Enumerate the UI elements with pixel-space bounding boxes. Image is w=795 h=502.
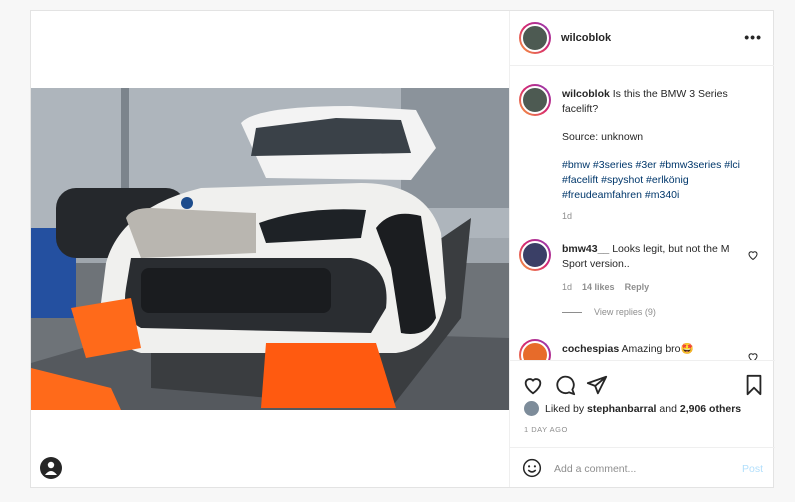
comment-username[interactable]: cochespias (562, 343, 619, 355)
likes-conj: and (659, 402, 677, 415)
comments-section[interactable]: wilcoblok Is this the BMW 3 Series facel… (510, 67, 775, 360)
like-comment-heart-icon[interactable] (747, 351, 759, 360)
likes-prefix: Liked by (545, 402, 585, 415)
header-username[interactable]: wilcoblok (561, 32, 611, 44)
comment-avatar[interactable] (519, 339, 551, 360)
comment-username[interactable]: bmw43__ (562, 243, 609, 255)
like-comment-heart-icon[interactable] (747, 249, 759, 261)
post-media (31, 11, 509, 487)
comment-input[interactable]: Add a comment... (554, 463, 636, 475)
comment-text: Amazing bro🤩 (621, 343, 694, 355)
likes-count[interactable]: 2,906 others (680, 403, 741, 415)
post-header: wilcoblok ••• (510, 11, 774, 66)
instagram-post-card: wilcoblok ••• wilcoblok Is this the BMW … (30, 10, 775, 488)
heart-icon[interactable] (522, 374, 544, 396)
caption: wilcoblok Is this the BMW 3 Series facel… (562, 87, 762, 224)
caption-avatar[interactable] (519, 84, 551, 116)
avatar[interactable] (519, 22, 551, 54)
bookmark-icon[interactable] (744, 374, 764, 396)
more-icon[interactable]: ••• (744, 30, 762, 44)
caption-source: Source: unknown (562, 131, 644, 143)
post-actions: Liked by stephanbarral and 2,906 others … (510, 360, 775, 488)
comment-avatar[interactable] (519, 239, 551, 271)
comment-likes[interactable]: 14 likes (582, 282, 615, 292)
caption-time: 1d (562, 211, 573, 221)
post-button[interactable]: Post (742, 463, 763, 475)
view-replies[interactable]: View replies (9) (562, 305, 737, 320)
tagged-people-icon[interactable] (40, 457, 62, 479)
share-icon[interactable] (586, 374, 608, 396)
reply-button[interactable]: Reply (625, 282, 650, 292)
emoji-icon[interactable] (522, 458, 542, 478)
likes-summary: Liked by stephanbarral and 2,906 others (524, 401, 741, 416)
post-sidebar: wilcoblok ••• wilcoblok Is this the BMW … (509, 11, 775, 488)
add-comment-bar: Add a comment... Post (510, 447, 775, 487)
post-photo[interactable] (31, 88, 509, 410)
likes-user[interactable]: stephanbarral (587, 403, 656, 415)
comment-icon[interactable] (554, 374, 576, 396)
caption-username[interactable]: wilcoblok (562, 88, 610, 100)
post-time: 1 DAY AGO (524, 425, 568, 434)
caption-hashtags[interactable]: #bmw #3series #3er #bmw3series #lci #fac… (562, 158, 762, 203)
liker-avatar[interactable] (524, 401, 539, 416)
comment-time: 1d (562, 282, 573, 292)
